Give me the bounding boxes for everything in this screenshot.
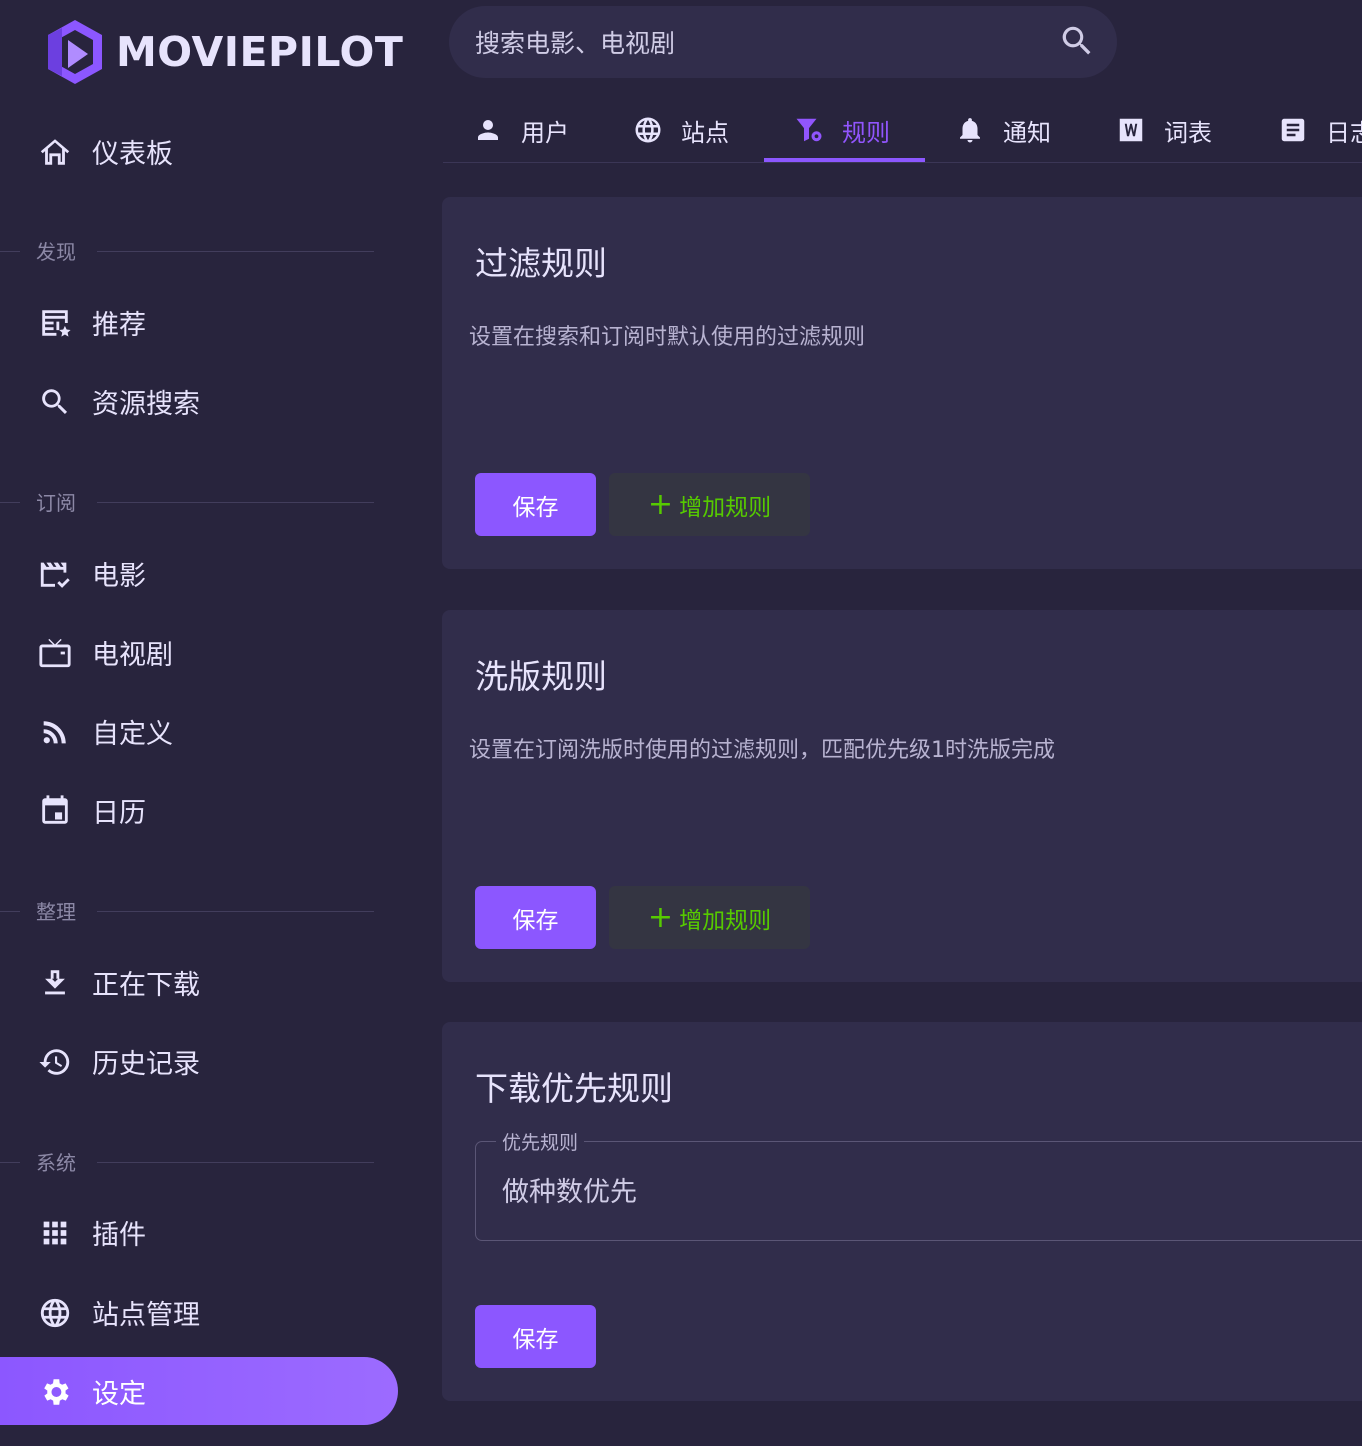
tab-users-label: 用户 [521, 118, 569, 147]
nav-site-management-label: 站点管理 [92, 1299, 200, 1331]
section-organize: 整理 [0, 896, 374, 926]
history-icon [37, 1044, 73, 1080]
tab-rules[interactable]: 规则 [794, 98, 890, 162]
plus-icon: + [647, 486, 674, 522]
tab-rules-label: 规则 [842, 118, 890, 147]
nav-recommend-label: 推荐 [92, 309, 146, 341]
save-button[interactable]: 保存 [475, 1305, 596, 1368]
section-subscribe: 订阅 [0, 487, 374, 517]
section-discover: 发现 [0, 236, 374, 266]
tab-notifications-label: 通知 [1003, 118, 1051, 147]
section-organize-label: 整理 [36, 900, 76, 924]
search-icon[interactable] [1058, 22, 1098, 62]
download-priority-title: 下载优先规则 [475, 1069, 673, 1108]
divider [0, 911, 20, 912]
nav-resource-search[interactable]: 资源搜索 [0, 367, 398, 435]
moviepilot-logo-icon [48, 20, 102, 84]
nav-settings[interactable]: 设定 [0, 1357, 398, 1425]
recommend-icon [37, 305, 73, 341]
divider [97, 911, 374, 912]
divider [97, 251, 374, 252]
section-system: 系统 [0, 1147, 374, 1177]
upgrade-rules-description: 设置在订阅洗版时使用的过滤规则，匹配优先级1时洗版完成 [469, 738, 1055, 763]
section-system-label: 系统 [36, 1151, 76, 1175]
globe-icon [633, 115, 663, 145]
nav-history[interactable]: 历史记录 [0, 1027, 398, 1095]
nav-plugins-label: 插件 [92, 1219, 146, 1251]
nav-custom-label: 自定义 [92, 718, 173, 750]
settings-tabs: 用户 站点 规则 通知 词表 日志 [443, 98, 1362, 163]
tab-sites[interactable]: 站点 [633, 98, 729, 162]
divider [97, 502, 374, 503]
tab-notifications[interactable]: 通知 [955, 98, 1051, 162]
globe-icon [37, 1295, 73, 1331]
tab-users[interactable]: 用户 [473, 98, 569, 162]
priority-rule-value: 做种数优先 [502, 1177, 637, 1208]
movie-icon [37, 556, 73, 592]
logo-text: MOVIEPILOT [116, 28, 404, 76]
nav-settings-label: 设定 [92, 1378, 146, 1410]
tab-words[interactable]: 词表 [1116, 98, 1212, 162]
priority-rule-label: 优先规则 [496, 1128, 585, 1155]
nav-calendar-label: 日历 [92, 797, 146, 829]
nav-recommend[interactable]: 推荐 [0, 288, 398, 356]
nav-tv[interactable]: 电视剧 [0, 618, 398, 686]
document-icon [1278, 115, 1308, 145]
add-rule-label: 增加规则 [679, 907, 772, 934]
gear-icon [37, 1374, 73, 1410]
tab-sites-label: 站点 [681, 118, 729, 147]
save-button[interactable]: 保存 [475, 886, 596, 949]
upgrade-rules-title: 洗版规则 [475, 657, 607, 696]
search-bar[interactable] [449, 6, 1117, 78]
filter-rules-card: 过滤规则 设置在搜索和订阅时默认使用的过滤规则 保存 + 增加规则 [442, 197, 1362, 569]
tab-logs[interactable]: 日志 [1278, 98, 1362, 162]
plus-icon: + [647, 899, 674, 935]
rss-icon [37, 714, 73, 750]
section-subscribe-label: 订阅 [36, 491, 76, 515]
save-button[interactable]: 保存 [475, 473, 596, 536]
add-rule-button[interactable]: + 增加规则 [609, 473, 810, 536]
nav-movie[interactable]: 电影 [0, 539, 398, 607]
divider [97, 1162, 374, 1163]
search-input[interactable] [473, 20, 1037, 66]
nav-plugins[interactable]: 插件 [0, 1198, 398, 1266]
nav-dashboard-label: 仪表板 [92, 138, 173, 170]
app-logo[interactable]: MOVIEPILOT [44, 18, 403, 86]
nav-downloading-label: 正在下载 [92, 969, 200, 1001]
tv-icon [37, 635, 73, 671]
divider [0, 1162, 20, 1163]
upgrade-rules-card: 洗版规则 设置在订阅洗版时使用的过滤规则，匹配优先级1时洗版完成 保存 + 增加… [442, 610, 1362, 982]
apps-grid-icon [37, 1215, 73, 1251]
filter-gear-icon [794, 115, 824, 145]
home-icon [37, 134, 73, 170]
add-rule-label: 增加规则 [679, 494, 772, 521]
nav-calendar[interactable]: 日历 [0, 776, 398, 844]
add-rule-button[interactable]: + 增加规则 [609, 886, 810, 949]
tab-words-label: 词表 [1164, 118, 1212, 147]
user-icon [473, 115, 503, 145]
nav-history-label: 历史记录 [92, 1048, 200, 1080]
calendar-icon [37, 793, 73, 829]
divider [0, 502, 20, 503]
nav-dashboard[interactable]: 仪表板 [0, 117, 398, 185]
active-tab-indicator [764, 158, 925, 162]
filter-rules-description: 设置在搜索和订阅时默认使用的过滤规则 [469, 325, 866, 350]
bell-icon [955, 115, 985, 145]
section-discover-label: 发现 [36, 240, 76, 264]
word-file-icon [1116, 115, 1146, 145]
filter-rules-title: 过滤规则 [475, 244, 607, 283]
search-icon [37, 384, 73, 420]
download-priority-card: 下载优先规则 优先规则 做种数优先 保存 [442, 1022, 1362, 1401]
nav-downloading[interactable]: 正在下载 [0, 948, 398, 1016]
priority-rule-select[interactable]: 优先规则 做种数优先 [475, 1128, 1362, 1241]
tab-logs-label: 日志 [1326, 118, 1362, 147]
nav-resource-search-label: 资源搜索 [92, 388, 200, 420]
nav-tv-label: 电视剧 [92, 639, 173, 671]
divider [0, 251, 20, 252]
nav-custom[interactable]: 自定义 [0, 697, 398, 765]
download-icon [37, 965, 73, 1001]
nav-movie-label: 电影 [92, 560, 146, 592]
sidebar: MOVIEPILOT 仪表板 发现 推荐 资源搜索 订阅 电影 电视剧 自定义 … [0, 0, 420, 1446]
nav-site-management[interactable]: 站点管理 [0, 1278, 398, 1346]
